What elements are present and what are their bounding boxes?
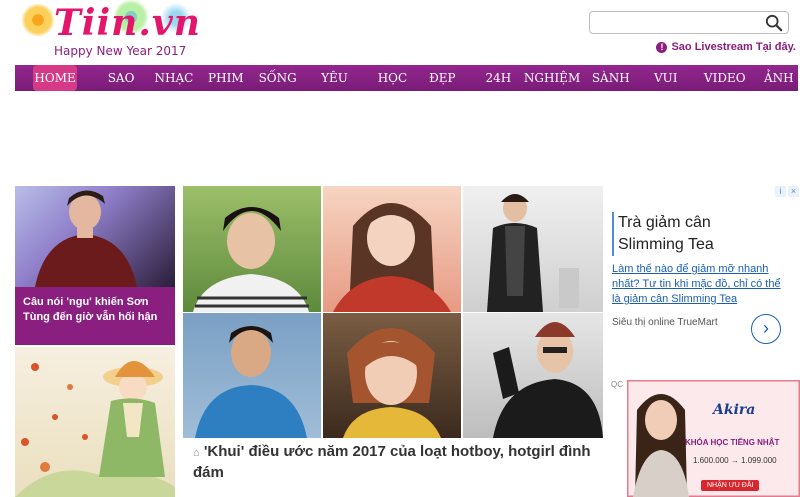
ad-title-line: Trà giảm cân — [618, 214, 711, 231]
ad-price: 1.600.000 → 1.099.000 — [693, 456, 777, 465]
person-photo — [487, 194, 579, 312]
ad-title: Trà giảm cân Slimming Tea — [612, 212, 800, 256]
nav-item-vui[interactable]: VUI — [644, 65, 688, 91]
person-photo — [195, 326, 307, 438]
hotgirl-photo[interactable] — [323, 186, 461, 312]
hotboy-photo[interactable] — [463, 313, 603, 438]
logo-subtitle: Happy New Year 2017 — [54, 44, 187, 58]
article-caption[interactable]: Câu nói 'ngu' khiến Sơn Tùng đến giờ vẫn… — [15, 287, 175, 345]
ad-controls: i × — [775, 186, 799, 198]
nav-item-24h[interactable]: 24H — [474, 65, 522, 91]
ad-info-icon[interactable]: i — [775, 186, 786, 197]
firework-decoration — [18, 0, 58, 40]
hotboy-photo[interactable] — [463, 186, 603, 312]
info-icon: ! — [656, 41, 668, 53]
person-photo — [493, 322, 603, 438]
ad-headline: KHÓA HỌC TIẾNG NHẬT — [685, 438, 780, 447]
nav-item-dep[interactable]: ĐẸP — [418, 65, 466, 91]
ad-slimming-tea[interactable]: Trà giảm cân Slimming Tea Làm thế nào để… — [612, 212, 800, 344]
nav-item-anh[interactable]: ẢNH — [760, 65, 798, 91]
person-photo — [35, 190, 137, 287]
livestream-link-label: Sao Livestream Tại đây. — [671, 41, 796, 53]
ad-brand-logo: Akira — [713, 402, 756, 418]
hotboy-photo[interactable] — [183, 313, 321, 438]
search-input[interactable] — [590, 12, 760, 33]
nav-item-sao[interactable]: SAO — [95, 65, 147, 91]
autumn-girl-illustration — [15, 361, 175, 497]
article-image[interactable] — [15, 186, 175, 287]
nav-item-hoc[interactable]: HỌC — [367, 65, 419, 91]
person-photo — [343, 328, 441, 438]
featured-article-caption[interactable]: ⌂ 'Khui' điều ước năm 2017 của loạt hotb… — [183, 438, 603, 497]
search-box — [589, 11, 789, 34]
person-photo — [193, 207, 309, 312]
nav-item-nhac[interactable]: NHẠC — [149, 65, 199, 91]
site-logo[interactable]: Tiin.vn Happy New Year 2017 — [18, 0, 201, 62]
main-nav: HOME SAO NHẠC PHIM SỐNG YÊU HỌC ĐẸP 24H … — [15, 65, 798, 91]
ad-title-line: Slimming Tea — [618, 236, 714, 253]
illustration-image[interactable] — [15, 347, 175, 497]
ad-label: QC — [611, 380, 623, 389]
featured-article-title: 'Khui' điều ước năm 2017 của loạt hotboy… — [193, 443, 591, 481]
hotgirl-photo[interactable] — [323, 313, 461, 438]
ad-akira[interactable]: Akira KHÓA HỌC TIẾNG NHẬT 1.600.000 → 1.… — [627, 380, 800, 497]
person-photo — [333, 203, 451, 312]
ad-cta-button[interactable]: NHẬN ƯU ĐÃI — [701, 480, 760, 491]
nav-item-phim[interactable]: PHIM — [201, 65, 251, 91]
nav-item-home[interactable]: HOME — [33, 65, 78, 91]
nav-item-nghiem[interactable]: NGHIỆM — [522, 65, 582, 91]
nav-item-sanh[interactable]: SÀNH — [586, 65, 636, 91]
search-icon[interactable] — [765, 14, 783, 32]
nav-item-song[interactable]: SỐNG — [251, 65, 305, 91]
livestream-link[interactable]: ! Sao Livestream Tại đây. — [656, 41, 796, 53]
page: Tiin.vn Happy New Year 2017 ! Sao Livest… — [0, 0, 800, 497]
hotboy-photo[interactable] — [183, 186, 321, 312]
ad-description[interactable]: Làm thế nào để giảm mỡ nhanh nhất? Tư ti… — [612, 262, 792, 307]
logo-text: Tiin.vn — [54, 2, 201, 44]
nav-item-yeu[interactable]: YÊU — [311, 65, 359, 91]
camera-icon: ⌂ — [193, 447, 200, 459]
nav-item-video[interactable]: VIDEO — [698, 65, 752, 91]
chevron-right-icon[interactable]: › — [751, 314, 781, 344]
ad-close-icon[interactable]: × — [788, 186, 799, 197]
